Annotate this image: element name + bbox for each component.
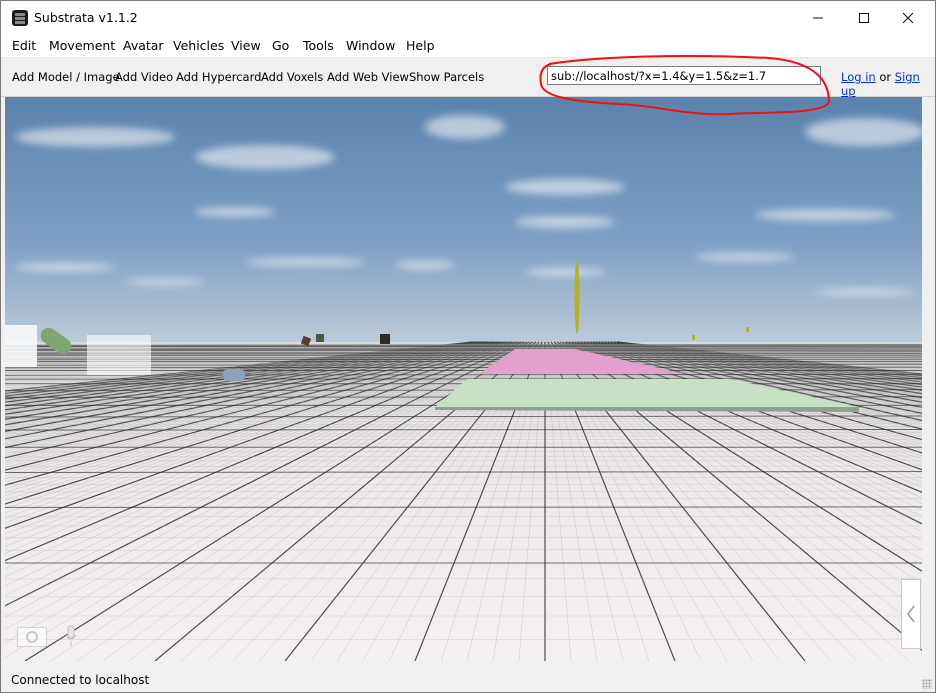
menu-tools[interactable]: Tools — [303, 38, 334, 53]
close-button[interactable] — [885, 1, 931, 35]
yellow-marker — [746, 327, 749, 332]
menu-help[interactable]: Help — [406, 38, 435, 53]
menu-avatar[interactable]: Avatar — [123, 38, 164, 53]
window-title: Substrata v1.1.2 — [34, 10, 138, 25]
grid-line — [5, 378, 922, 380]
url-input[interactable] — [547, 66, 821, 85]
add-voxels-button[interactable]: Add Voxels — [261, 70, 323, 84]
menu-edit[interactable]: Edit — [12, 38, 36, 53]
menu-go[interactable]: Go — [272, 38, 289, 53]
app-logo-icon — [12, 10, 28, 26]
microphone-icon — [65, 625, 77, 646]
title-bar: Substrata v1.1.2 — [1, 1, 935, 35]
menu-movement[interactable]: Movement — [49, 38, 115, 53]
grid-line — [5, 506, 922, 508]
metal-cylinder — [223, 369, 245, 381]
login-link[interactable]: Log in — [841, 70, 876, 84]
add-hypercard-button[interactable]: Add Hypercard — [176, 70, 261, 84]
add-video-button[interactable]: Add Video — [115, 70, 173, 84]
green-object — [316, 334, 324, 342]
minimize-button[interactable] — [795, 1, 841, 35]
menu-window[interactable]: Window — [346, 38, 395, 53]
auth-links: Log in or Sign up — [841, 70, 935, 98]
camera-button[interactable] — [17, 627, 47, 647]
dark-cube — [380, 334, 390, 344]
status-text: Connected to localhost — [11, 673, 150, 687]
menu-bar: Edit Movement Avatar Vehicles View Go To… — [1, 35, 935, 58]
show-parcels-button[interactable]: Show Parcels — [409, 70, 484, 84]
toolbar: Add Model / Image Add Video Add Hypercar… — [1, 58, 935, 98]
status-bar: Connected to localhost — [1, 669, 935, 692]
yellow-marker — [692, 335, 695, 340]
3d-viewport[interactable] — [5, 97, 922, 661]
close-icon — [902, 12, 914, 24]
resize-grip-icon[interactable] — [922, 679, 932, 689]
app-window: Substrata v1.1.2 Edit Movement Avatar Ve… — [0, 0, 936, 693]
maximize-button[interactable] — [841, 1, 887, 35]
side-panel-toggle[interactable] — [901, 579, 921, 649]
add-web-view-button[interactable]: Add Web View — [327, 70, 409, 84]
minimize-icon — [813, 17, 823, 19]
menu-view[interactable]: View — [231, 38, 261, 53]
add-model-image-button[interactable]: Add Model / Image — [12, 70, 120, 84]
hypercard-object — [5, 325, 37, 367]
or-text: or — [879, 70, 892, 84]
maximize-icon — [859, 13, 869, 23]
microphone-button[interactable] — [65, 625, 77, 647]
chevron-left-icon — [907, 605, 915, 623]
voxel-object — [87, 335, 151, 375]
grid-line — [5, 429, 922, 431]
camera-icon — [26, 631, 38, 643]
world-scene — [5, 97, 922, 661]
yellow-pole — [574, 260, 580, 334]
menu-vehicles[interactable]: Vehicles — [173, 38, 224, 53]
